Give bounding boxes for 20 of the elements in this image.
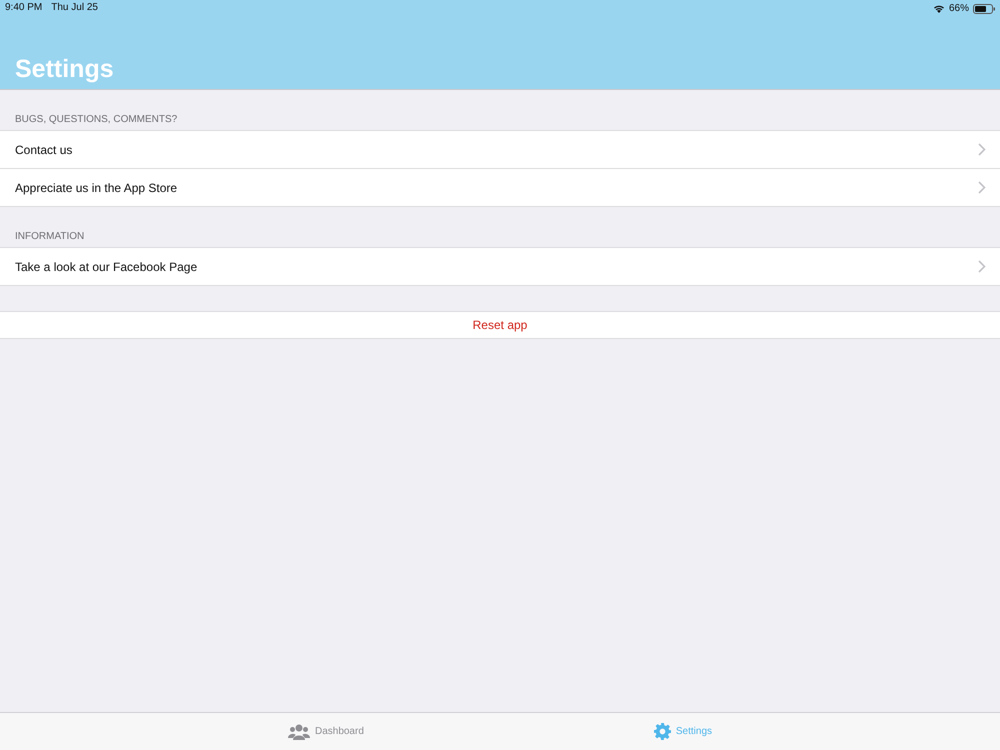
page-title: Settings bbox=[15, 55, 115, 84]
wifi-icon bbox=[932, 4, 945, 13]
battery-icon bbox=[973, 4, 996, 14]
row-label: Appreciate us in the App Store bbox=[15, 180, 178, 194]
list-row[interactable]: Appreciate us in the App Store bbox=[0, 169, 1000, 206]
list-row[interactable]: Take a look at our Facebook Page bbox=[0, 248, 1000, 285]
row-label: Take a look at our Facebook Page bbox=[15, 260, 198, 274]
gear-icon bbox=[654, 723, 671, 740]
section-header: BUGS, QUESTIONS, COMMENTS? bbox=[14, 113, 178, 127]
list-row[interactable]: Contact us bbox=[0, 131, 1000, 169]
people-icon bbox=[288, 724, 310, 740]
battery-percent: 66% bbox=[948, 3, 969, 14]
chevron-icon bbox=[978, 260, 986, 273]
chevron-icon bbox=[978, 143, 986, 156]
status-time: 9:40 PM bbox=[5, 2, 42, 15]
status-date: Thu Jul 25 bbox=[51, 2, 98, 15]
row-label: Contact us bbox=[15, 142, 72, 156]
section-header: INFORMATION bbox=[14, 230, 86, 244]
chevron-icon bbox=[978, 181, 986, 194]
reset-button[interactable]: Reset app bbox=[0, 312, 1000, 338]
